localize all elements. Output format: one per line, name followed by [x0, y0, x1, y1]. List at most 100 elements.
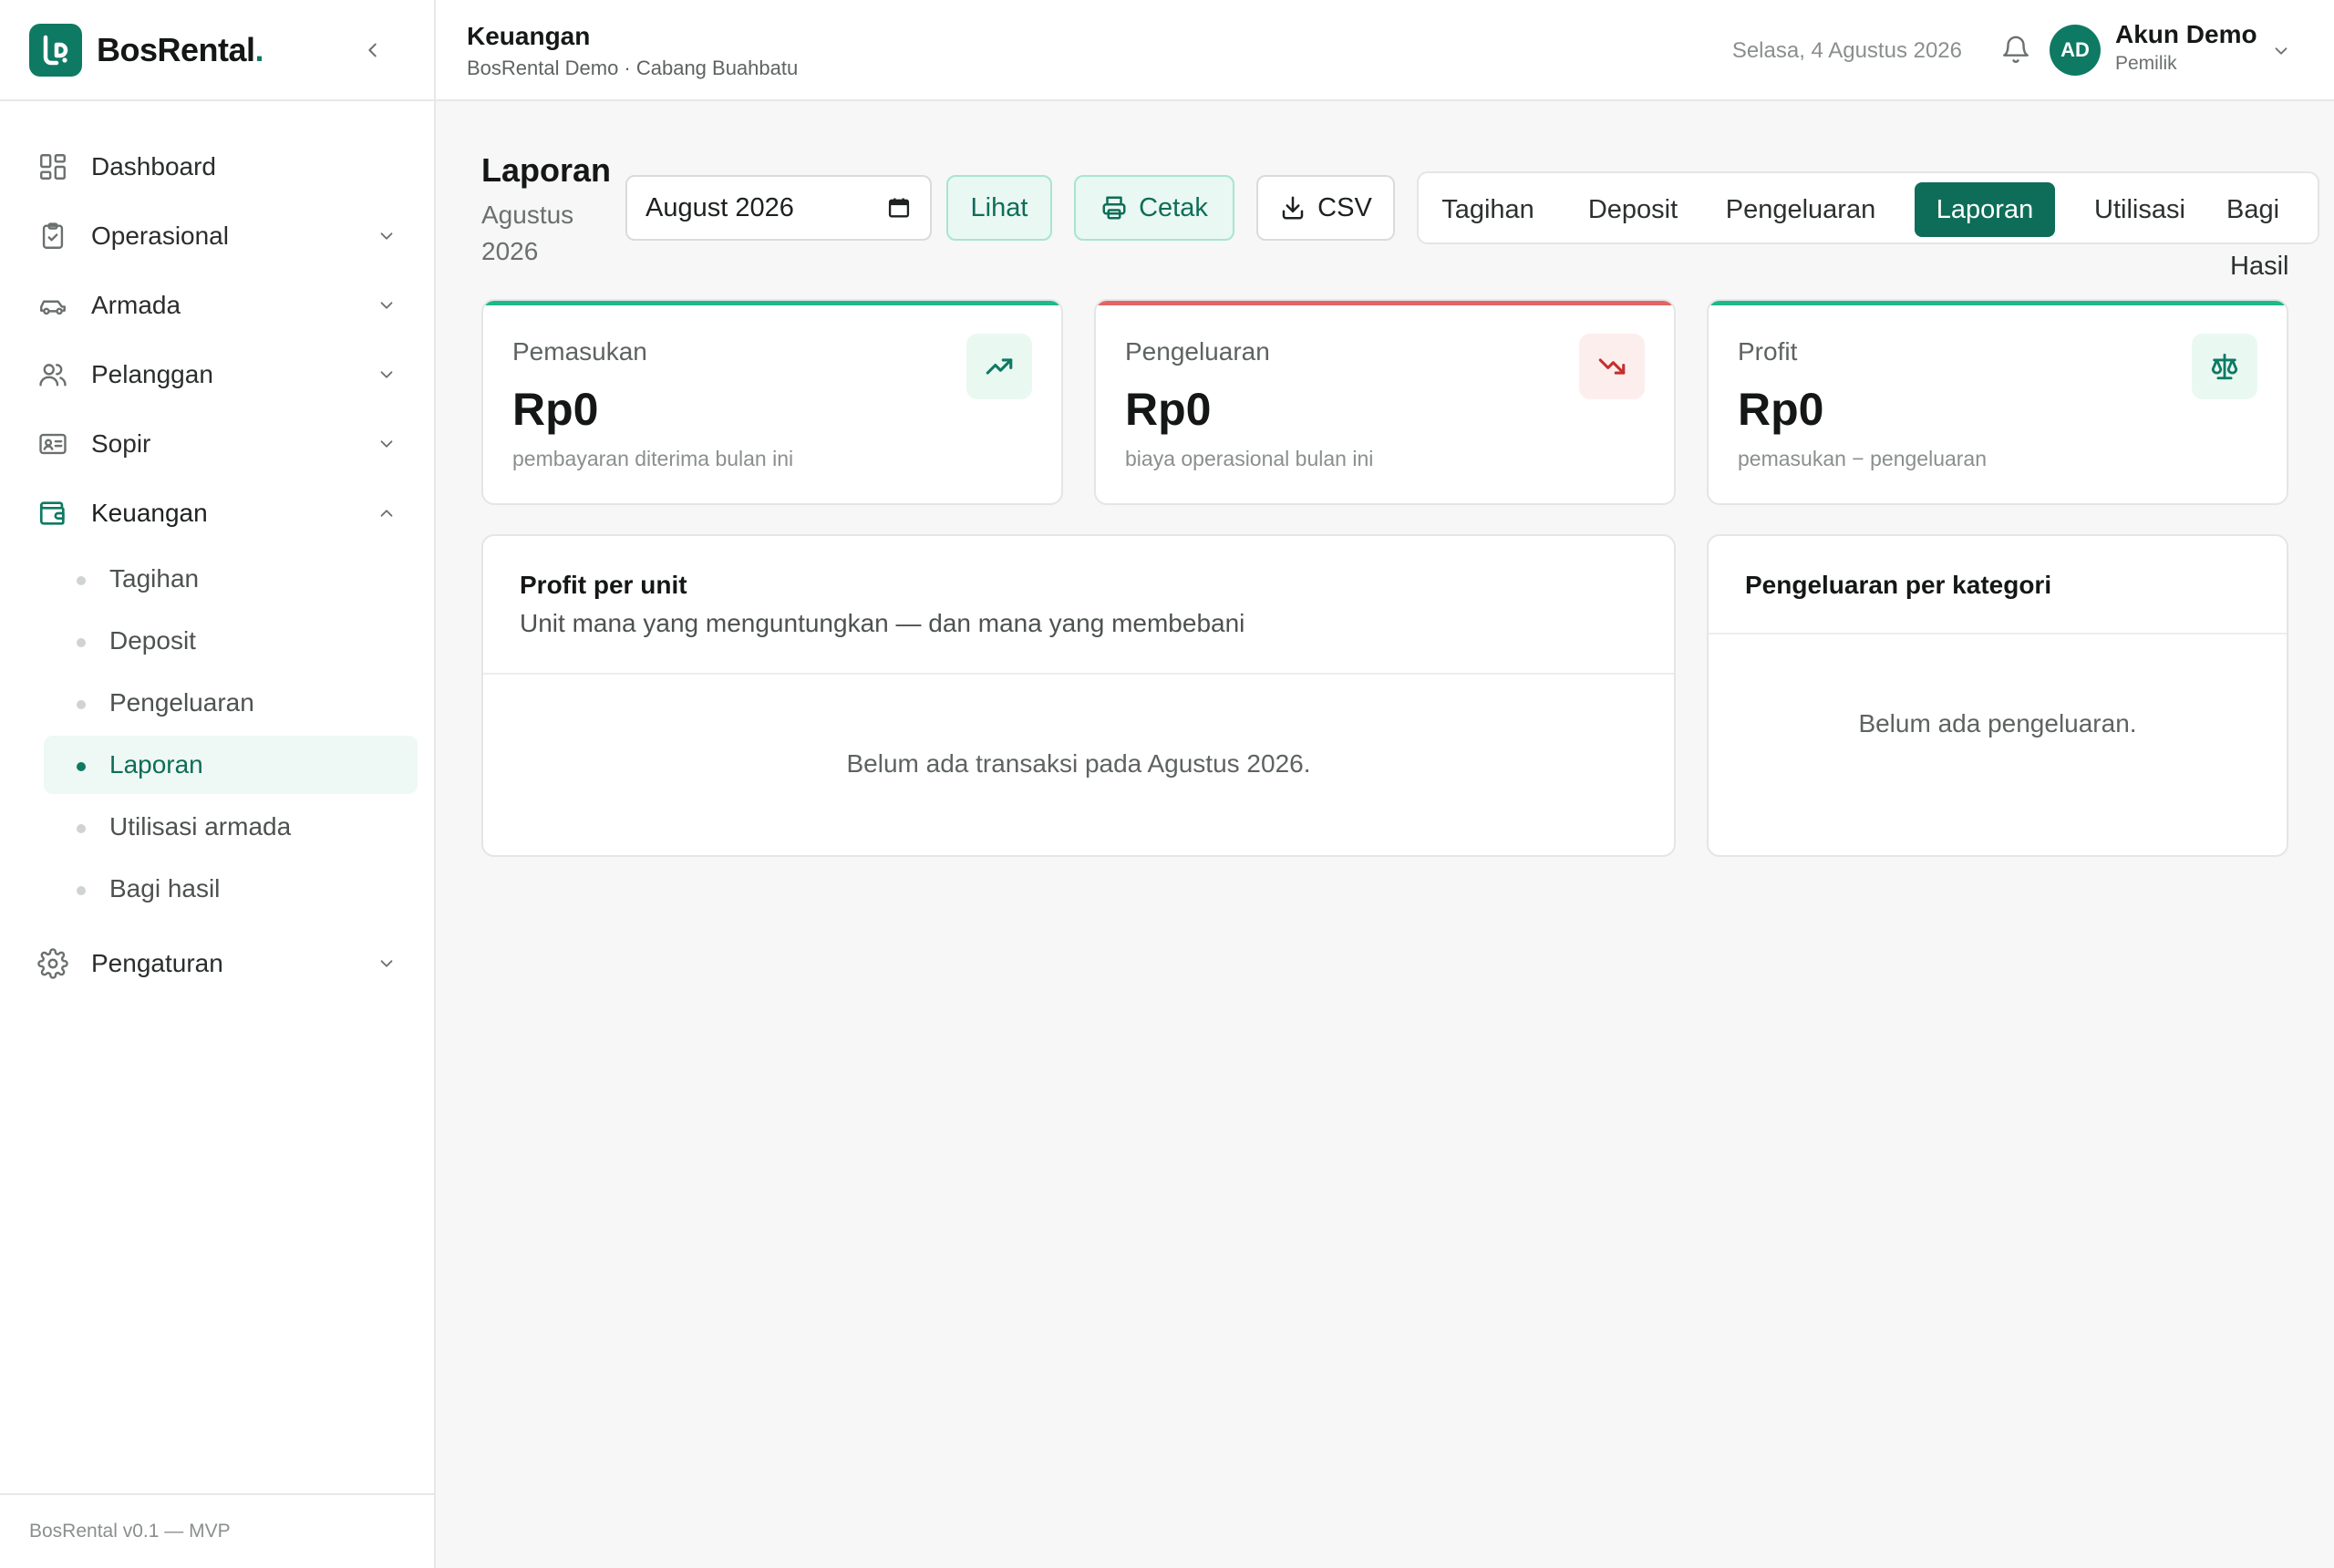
user-role: Pemilik — [2115, 53, 2177, 74]
tab-pengeluaran[interactable]: Pengeluaran — [1723, 182, 1878, 237]
bell-icon — [2003, 36, 2029, 63]
sidebar-subitem-utilisasi-armada[interactable]: Utilisasi armada — [44, 798, 418, 856]
stat-label: Profit — [1738, 337, 1798, 366]
panel-subtitle: Unit mana yang menguntungkan — dan mana … — [520, 609, 1245, 637]
subitem-label: Bagi hasil — [109, 874, 221, 903]
brand-header: BosRental. — [0, 0, 434, 101]
bullet-icon — [77, 824, 86, 833]
month-value: August 2026 — [645, 192, 794, 222]
top-header: Keuangan BosRental Demo · Cabang Buahbat… — [436, 0, 2334, 101]
tab-bagi-hasil-overflow[interactable]: Hasil — [2230, 252, 2288, 282]
pengeluaran-per-kategori-panel: Pengeluaran per kategori Belum ada penge… — [1707, 534, 2288, 857]
sidebar-subitem-bagi-hasil[interactable]: Bagi hasil — [44, 860, 418, 918]
sidebar-subitem-laporan[interactable]: Laporan — [44, 736, 418, 794]
chevron-down-icon — [374, 362, 399, 387]
printer-icon — [1102, 196, 1126, 220]
user-menu-button[interactable] — [2268, 38, 2294, 64]
page-period: Agustus 2026 — [481, 201, 574, 265]
sidebar-item-pengaturan[interactable]: Pengaturan — [0, 929, 434, 998]
pengeluaran-card: Pengeluaran Rp0 biaya operasional bulan … — [1094, 299, 1676, 505]
stat-amount: Rp0 — [1125, 384, 1212, 435]
sidebar-item-label: Operasional — [91, 222, 229, 250]
sidebar-subitem-pengeluaran[interactable]: Pengeluaran — [44, 674, 418, 732]
sidebar-subitem-deposit[interactable]: Deposit — [44, 612, 418, 670]
panel-title: Pengeluaran per kategori — [1745, 571, 2052, 599]
card-accent-bar — [1709, 301, 2287, 305]
chevron-down-icon — [374, 293, 399, 318]
sidebar-item-label: Pengaturan — [91, 949, 223, 977]
tab-deposit[interactable]: Deposit — [1579, 182, 1687, 237]
csv-download-button[interactable]: CSV — [1256, 175, 1395, 241]
sidebar-item-pelanggan[interactable]: Pelanggan — [0, 340, 434, 409]
bullet-icon — [77, 762, 86, 771]
calendar-icon[interactable] — [886, 195, 912, 221]
chevron-down-icon — [374, 431, 399, 457]
sidebar-item-label: Pelanggan — [91, 360, 213, 388]
tab-utilisasi[interactable]: Utilisasi — [2079, 182, 2201, 237]
stat-label: Pemasukan — [512, 337, 647, 366]
notifications-button[interactable] — [1998, 33, 2033, 67]
cetak-button[interactable]: Cetak — [1074, 175, 1234, 241]
sidebar-item-armada[interactable]: Armada — [0, 271, 434, 340]
stat-note: pembayaran diterima bulan ini — [512, 447, 794, 470]
brand-logo[interactable] — [29, 23, 82, 77]
bullet-icon — [77, 886, 86, 895]
stat-label: Pengeluaran — [1125, 337, 1270, 366]
sidebar: BosRental. Dashboard Operasional Armada — [0, 0, 436, 1568]
user-name[interactable]: Akun Demo — [2115, 20, 2257, 49]
page-title: Laporan — [481, 151, 612, 189]
sidebar-subitem-tagihan[interactable]: Tagihan — [44, 550, 418, 608]
wallet-icon — [36, 497, 69, 530]
lihat-label: Lihat — [970, 192, 1028, 222]
header-title: Keuangan — [467, 22, 591, 50]
avatar[interactable]: AD — [2050, 25, 2101, 76]
bullet-icon — [77, 638, 86, 647]
sidebar-item-label: Dashboard — [91, 152, 216, 181]
sidebar-item-label: Keuangan — [91, 499, 208, 527]
app-version: BosRental v0.1 — MVP — [0, 1493, 434, 1568]
profit-per-unit-panel: Profit per unit Unit mana yang menguntun… — [481, 534, 1676, 857]
header-date: Selasa, 4 Agustus 2026 — [1731, 38, 1962, 63]
card-accent-bar — [1096, 301, 1674, 305]
stat-amount: Rp0 — [512, 384, 599, 435]
subitem-label: Utilisasi armada — [109, 812, 292, 841]
tab-tagihan[interactable]: Tagihan — [1433, 182, 1543, 237]
header-subtitle: BosRental Demo · Cabang Buahbatu — [467, 57, 799, 79]
bullet-icon — [77, 700, 86, 709]
keuangan-submenu: Tagihan Deposit Pengeluaran Laporan Util… — [0, 548, 434, 925]
profit-card: Profit Rp0 pemasukan − pengeluaran — [1707, 299, 2288, 505]
chevron-left-icon — [368, 43, 377, 57]
lihat-button[interactable]: Lihat — [946, 175, 1052, 241]
stat-note: pemasukan − pengeluaran — [1738, 447, 1988, 470]
id-card-icon — [36, 428, 69, 460]
card-accent-bar — [483, 301, 1061, 305]
sidebar-item-dashboard[interactable]: Dashboard — [0, 132, 434, 201]
sidebar-item-operasional[interactable]: Operasional — [0, 201, 434, 271]
gear-icon — [36, 947, 69, 980]
dashboard-icon — [36, 150, 69, 183]
car-icon — [36, 289, 69, 322]
pemasukan-card: Pemasukan Rp0 pembayaran diterima bulan … — [481, 299, 1063, 505]
brand-name: BosRental. — [97, 30, 264, 68]
trending-up-icon — [966, 334, 1032, 399]
tab-laporan[interactable]: Laporan — [1915, 182, 2055, 237]
panel-title: Profit per unit — [520, 571, 687, 599]
stat-note: biaya operasional bulan ini — [1125, 447, 1374, 470]
collapse-sidebar-button[interactable] — [357, 35, 388, 66]
empty-state: Belum ada transaksi pada Agustus 2026. — [846, 749, 1311, 778]
subitem-label: Deposit — [109, 626, 196, 655]
chevron-up-icon — [374, 500, 399, 526]
scale-icon — [2192, 334, 2257, 399]
trending-down-icon — [1579, 334, 1645, 399]
chevron-down-icon — [2275, 47, 2288, 55]
month-picker-input[interactable]: August 2026 — [625, 175, 932, 241]
users-icon — [36, 358, 69, 391]
csv-label: CSV — [1317, 192, 1372, 222]
clipboard-icon — [36, 220, 69, 253]
sidebar-item-label: Sopir — [91, 429, 151, 458]
tab-bagi-hasil[interactable]: Bagi — [2226, 182, 2310, 237]
sidebar-item-sopir[interactable]: Sopir — [0, 409, 434, 479]
sidebar-item-keuangan[interactable]: Keuangan — [0, 479, 434, 548]
chevron-down-icon — [374, 223, 399, 249]
panel-header — [483, 536, 1674, 675]
